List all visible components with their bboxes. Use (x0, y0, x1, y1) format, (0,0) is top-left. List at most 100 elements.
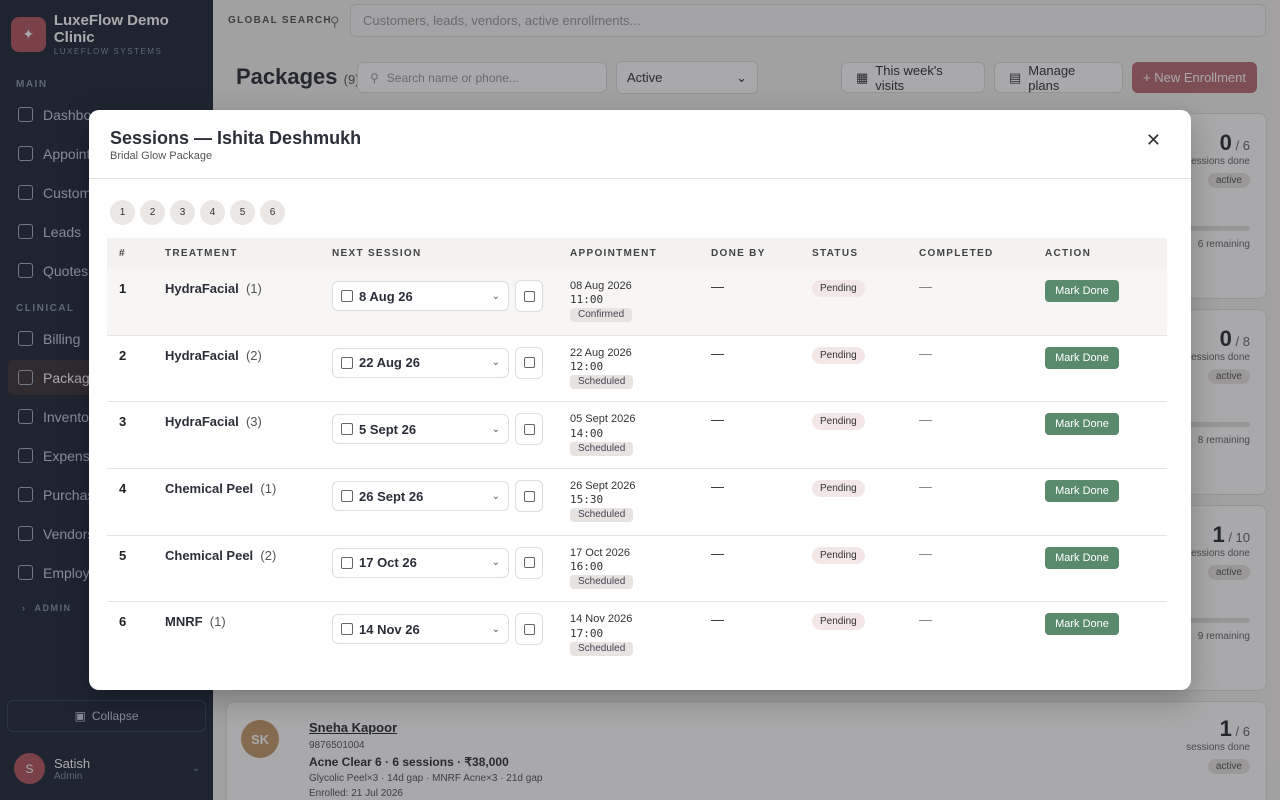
status-badge: Pending (812, 413, 865, 431)
close-icon[interactable]: ✕ (1146, 130, 1161, 151)
session-chip[interactable]: 2 (140, 200, 165, 225)
next-session-date-select[interactable]: 22 Aug 26 ⌄ (332, 347, 509, 378)
save-button[interactable] (515, 546, 543, 579)
calendar-icon (341, 423, 353, 436)
treatment-name: HydraFacial (165, 347, 239, 363)
table-header: # TREATMENT NEXT SESSION APPOINTMENT DON… (107, 238, 1167, 269)
header-action: ACTION (1045, 248, 1092, 259)
treatment-cell: MNRF (1) (165, 614, 226, 629)
next-session-date-select[interactable]: 26 Sept 26 ⌄ (332, 481, 509, 512)
treatment-name: Chemical Peel (165, 481, 254, 497)
mark-done-button[interactable]: Mark Done (1045, 480, 1119, 503)
row-number: 6 (119, 614, 127, 630)
appointment-date: 05 Sept 2026 (570, 413, 636, 426)
divider (89, 178, 1191, 179)
appointment-time: 12:00 (570, 359, 604, 373)
appointment-date: 14 Nov 2026 (570, 613, 633, 626)
next-session-value: 14 Nov 26 (359, 621, 420, 637)
chevron-down-icon: ⌄ (491, 557, 500, 569)
mark-done-button[interactable]: Mark Done (1045, 346, 1119, 369)
appointment-cell: 14 Nov 2026 17:00 Scheduled (570, 613, 634, 656)
session-chip[interactable]: 3 (170, 200, 195, 225)
next-session-date-select[interactable]: 8 Aug 26 ⌄ (332, 281, 509, 311)
status-badge: Pending (812, 346, 865, 364)
mark-done-button[interactable]: Mark Done (1045, 546, 1119, 569)
save-icon (523, 357, 535, 369)
session-chip[interactable]: 4 (200, 200, 225, 225)
next-session-value: 8 Aug 26 (359, 288, 413, 304)
save-icon (523, 290, 535, 302)
table-row: 5 Chemical Peel (2) 17 Oct 26 ⌄ 17 Oct 20… (107, 536, 1167, 603)
appointment-cell: 26 Sept 2026 15:30 Scheduled (570, 480, 636, 523)
table-row: 4 Chemical Peel (1) 26 Sept 26 ⌄ 26 Sept … (107, 469, 1167, 536)
treatment-index: (2) (245, 347, 262, 363)
appointment-time: 15:30 (570, 493, 604, 507)
mark-done-button[interactable]: Mark Done (1045, 280, 1119, 302)
appointment-status-badge: Scheduled (570, 441, 634, 456)
appointment-status-badge: Scheduled (570, 641, 634, 656)
row-number: 3 (119, 414, 127, 430)
header-done-by: DONE BY (711, 248, 766, 259)
calendar-icon (341, 556, 353, 569)
session-chip[interactable]: 6 (260, 200, 285, 225)
treatment-index: (1) (209, 614, 226, 630)
status-badge: Pending (812, 613, 865, 631)
treatment-cell: Chemical Peel (2) (165, 548, 276, 563)
next-session-value: 26 Sept 26 (359, 488, 424, 504)
next-session-date-select[interactable]: 14 Nov 26 ⌄ (332, 614, 509, 645)
appointment-date: 26 Sept 2026 (570, 480, 636, 493)
save-icon (523, 490, 535, 502)
table-row: 1 HydraFacial (1) 8 Aug 26 ⌄ 08 Aug 2026 1… (107, 269, 1167, 336)
done-by: — (711, 345, 724, 361)
save-button[interactable] (515, 480, 543, 513)
treatment-index: (3) (245, 414, 262, 430)
header-next-session: NEXT SESSION (332, 248, 422, 259)
header-completed: COMPLETED (919, 248, 994, 259)
appointment-cell: 22 Aug 2026 12:00 Scheduled (570, 347, 634, 390)
completed-value: — (919, 412, 932, 428)
save-button[interactable] (515, 613, 543, 646)
save-icon (523, 423, 535, 435)
save-icon (523, 623, 535, 635)
chevron-down-icon: ⌄ (491, 290, 500, 302)
appointment-time: 16:00 (570, 559, 604, 573)
completed-value: — (919, 612, 932, 628)
table-row: 6 MNRF (1) 14 Nov 26 ⌄ 14 Nov 2026 17:00 Sc… (107, 602, 1167, 669)
appointment-status-badge: Scheduled (570, 575, 634, 590)
mark-done-button[interactable]: Mark Done (1045, 413, 1119, 436)
appointment-cell: 08 Aug 2026 11:00 Confirmed (570, 280, 633, 323)
modal-title: Sessions — Ishita Deshmukh (110, 128, 362, 148)
save-button[interactable] (515, 280, 543, 312)
calendar-icon (341, 623, 353, 636)
session-chip[interactable]: 1 (110, 200, 135, 225)
calendar-icon (341, 290, 353, 302)
appointment-date: 17 Oct 2026 (570, 546, 630, 559)
appointment-time: 11:00 (570, 293, 604, 307)
done-by: — (711, 279, 724, 294)
done-by: — (711, 612, 724, 628)
treatment-index: (1) (245, 281, 262, 296)
save-button[interactable] (515, 346, 543, 379)
status-badge: Pending (812, 280, 865, 297)
session-chip[interactable]: 5 (230, 200, 255, 225)
done-by: — (711, 545, 724, 561)
done-by: — (711, 479, 724, 495)
header-appointment: APPOINTMENT (570, 248, 658, 259)
appointment-time: 14:00 (570, 426, 604, 440)
appointment-date: 08 Aug 2026 (570, 280, 632, 292)
next-session-date-select[interactable]: 17 Oct 26 ⌄ (332, 547, 509, 578)
save-button[interactable] (515, 413, 543, 446)
treatment-cell: Chemical Peel (1) (165, 481, 276, 496)
treatment-name: HydraFacial (165, 414, 239, 430)
treatment-cell: HydraFacial (2) (165, 348, 262, 363)
next-session-date-select[interactable]: 5 Sept 26 ⌄ (332, 414, 509, 445)
completed-value: — (919, 279, 932, 294)
appointment-status-badge: Confirmed (570, 308, 633, 323)
treatment-name: MNRF (165, 614, 203, 630)
header-treatment: TREATMENT (165, 248, 238, 259)
mark-done-button[interactable]: Mark Done (1045, 613, 1119, 636)
session-chips: 1 2 3 4 5 6 (110, 200, 285, 225)
row-number: 2 (119, 347, 127, 363)
row-number: 4 (119, 481, 127, 497)
table-row: 2 HydraFacial (2) 22 Aug 26 ⌄ 22 Aug 2026… (107, 336, 1167, 403)
